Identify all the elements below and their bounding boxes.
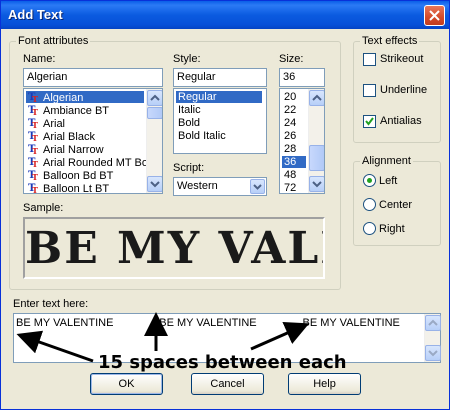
size-list-item[interactable]: 28 bbox=[282, 143, 296, 155]
annotation-text: 15 spaces between each bbox=[98, 352, 347, 373]
font-list-item[interactable]: T T Arial Narrow bbox=[26, 143, 104, 156]
size-list-item[interactable]: 22 bbox=[282, 104, 296, 116]
radio-dot bbox=[367, 178, 372, 183]
font-list-item[interactable]: T T Balloon Lt BT bbox=[26, 182, 109, 193]
svg-text:T: T bbox=[32, 133, 38, 141]
strikeout-checkbox[interactable] bbox=[363, 53, 376, 66]
style-list-item[interactable]: Regular bbox=[176, 91, 262, 103]
size-list-item[interactable]: 36 bbox=[282, 156, 306, 168]
sample-text: BE MY VALEN bbox=[25, 223, 323, 274]
align-center-label: Center bbox=[379, 199, 413, 211]
font-size-field[interactable]: 36 bbox=[279, 68, 325, 87]
alignment-legend: Alignment bbox=[362, 155, 411, 167]
align-left-radio[interactable] bbox=[363, 174, 376, 187]
arrow-up-icon bbox=[150, 94, 160, 101]
checkmark-icon bbox=[365, 117, 374, 126]
size-list-item[interactable]: 20 bbox=[282, 91, 296, 103]
style-list-item[interactable]: Bold Italic bbox=[176, 130, 226, 142]
sample-preview: BE MY VALEN bbox=[23, 217, 325, 279]
scroll-thumb[interactable] bbox=[309, 145, 324, 171]
size-label: Size: bbox=[279, 53, 304, 65]
arrow-up-icon bbox=[312, 94, 322, 101]
underline-label: Underline bbox=[380, 84, 428, 96]
font-list-scrollbar[interactable] bbox=[146, 89, 162, 193]
font-style-field[interactable]: Regular bbox=[173, 68, 267, 87]
underline-checkbox[interactable] bbox=[363, 84, 376, 97]
truetype-icon: TT bbox=[28, 91, 39, 104]
svg-text:T: T bbox=[32, 94, 38, 102]
script-value: Western bbox=[177, 180, 218, 192]
help-button[interactable]: Help bbox=[288, 373, 361, 395]
svg-text:T: T bbox=[32, 185, 38, 193]
scroll-down-button[interactable] bbox=[309, 176, 324, 192]
font-list-item[interactable]: T T Algerian bbox=[26, 91, 144, 104]
truetype-icon: TT bbox=[28, 130, 39, 143]
dropdown-button[interactable] bbox=[250, 179, 265, 194]
window-title: Add Text bbox=[8, 7, 63, 22]
svg-text:T: T bbox=[32, 107, 38, 115]
font-list[interactable]: T T Algerian T T Ambiance BT T T Arial T T Arial… bbox=[23, 88, 163, 194]
font-list-item[interactable]: T T Arial Black bbox=[26, 130, 95, 143]
scroll-thumb[interactable] bbox=[147, 107, 162, 119]
align-right-label: Right bbox=[379, 223, 405, 235]
size-list-item[interactable]: 72 bbox=[282, 182, 296, 193]
text-effects-legend: Text effects bbox=[362, 35, 418, 47]
name-label: Name: bbox=[23, 53, 56, 65]
size-list-scrollbar[interactable] bbox=[308, 89, 324, 193]
chevron-down-icon bbox=[253, 184, 262, 190]
title-bar[interactable]: Add Text bbox=[1, 1, 449, 29]
svg-text:T: T bbox=[32, 146, 38, 154]
close-icon bbox=[429, 10, 440, 21]
align-left-label: Left bbox=[379, 175, 398, 187]
style-list-item[interactable]: Bold bbox=[176, 117, 200, 129]
font-list-item[interactable]: T T Arial bbox=[26, 117, 65, 130]
size-list-item[interactable]: 48 bbox=[282, 169, 296, 181]
font-list-item[interactable]: T T Balloon Bd BT bbox=[26, 169, 113, 182]
truetype-icon: TT bbox=[28, 117, 39, 130]
antialias-checkbox[interactable] bbox=[363, 115, 376, 128]
ok-button[interactable]: OK bbox=[90, 373, 163, 395]
style-list-item[interactable]: Italic bbox=[176, 104, 201, 116]
arrow-down-icon bbox=[150, 181, 160, 188]
svg-text:T: T bbox=[32, 159, 38, 167]
style-label: Style: bbox=[173, 53, 201, 65]
arrow-down-icon bbox=[312, 181, 322, 188]
close-button[interactable] bbox=[424, 5, 445, 26]
font-list-item[interactable]: T T Ambiance BT bbox=[26, 104, 109, 117]
font-list-item[interactable]: T T Arial Rounded MT Bo bbox=[26, 156, 148, 169]
truetype-icon: TT bbox=[28, 169, 39, 182]
script-dropdown[interactable]: Western bbox=[173, 177, 267, 196]
arrow-icon bbox=[16, 330, 94, 363]
antialias-label: Antialias bbox=[380, 115, 422, 127]
align-right-radio[interactable] bbox=[363, 222, 376, 235]
script-label: Script: bbox=[173, 162, 205, 174]
scroll-up-button[interactable] bbox=[147, 90, 162, 106]
font-attributes-legend: Font attributes bbox=[18, 35, 89, 47]
strikeout-label: Strikeout bbox=[380, 53, 424, 65]
sample-label: Sample: bbox=[23, 202, 64, 214]
scroll-down-button[interactable] bbox=[147, 176, 162, 192]
font-name-field[interactable]: Algerian bbox=[23, 68, 163, 87]
add-text-dialog: Add Text Font attributes Name: Algerian … bbox=[0, 0, 450, 410]
truetype-icon: TT bbox=[28, 156, 39, 169]
size-list-item[interactable]: 24 bbox=[282, 117, 296, 129]
scroll-up-button[interactable] bbox=[309, 90, 324, 106]
svg-text:T: T bbox=[32, 172, 38, 180]
truetype-icon: TT bbox=[28, 104, 39, 117]
svg-text:T: T bbox=[32, 120, 38, 128]
font-style-list[interactable]: Regular Italic Bold Bold Italic bbox=[173, 88, 267, 154]
size-list-item[interactable]: 26 bbox=[282, 130, 296, 142]
font-size-list[interactable]: 20 22 24 26 28 36 48 72 bbox=[279, 88, 325, 194]
align-center-radio[interactable] bbox=[363, 198, 376, 211]
truetype-icon: TT bbox=[28, 143, 39, 156]
truetype-icon: TT bbox=[28, 182, 39, 193]
arrow-icon bbox=[250, 322, 310, 351]
cancel-button[interactable]: Cancel bbox=[191, 373, 264, 395]
